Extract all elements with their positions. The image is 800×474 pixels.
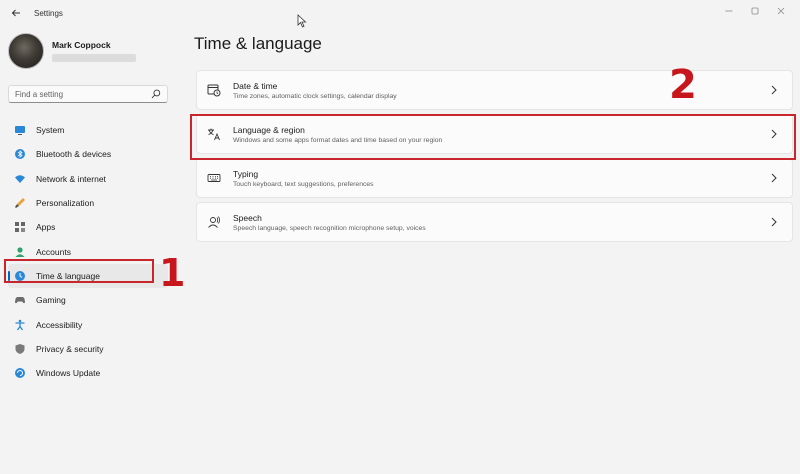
card-title: Speech [233,212,262,223]
speech-icon [208,216,220,228]
chevron-right-icon [771,217,777,227]
bluetooth-icon [15,149,25,160]
page-title: Time & language [194,34,322,53]
back-arrow-icon [11,9,20,17]
sidebar-item-label: System [36,125,65,136]
card-title: Date & time [233,80,278,91]
keyboard-icon [207,174,221,182]
sidebar-item-gaming[interactable]: Gaming [8,288,168,312]
sidebar-item-accessibility[interactable]: Accessibility [8,312,168,336]
mouse-cursor-icon [297,14,307,28]
card-speech[interactable]: Speech Speech language, speech recogniti… [196,202,793,242]
user-name: Mark Coppock [52,40,111,50]
chevron-right-icon [771,85,777,95]
update-icon [15,368,25,379]
accessibility-icon [15,319,25,330]
sidebar-item-label: Apps [36,222,56,233]
card-typing[interactable]: Typing Touch keyboard, text suggestions,… [196,158,793,198]
sidebar-item-windows-update[interactable]: Windows Update [8,361,168,385]
controller-icon [15,297,25,304]
card-description: Time zones, automatic clock settings, ca… [233,92,397,100]
maximize-button[interactable] [742,2,768,20]
user-email-redacted [52,54,136,62]
search-icon[interactable] [151,89,161,99]
sidebar-item-bluetooth[interactable]: Bluetooth & devices [8,142,168,166]
calendar-clock-icon [207,84,221,97]
step-2-annotation: 2 [669,62,697,108]
monitor-icon [15,126,25,136]
card-date-time[interactable]: Date & time Time zones, automatic clock … [196,70,793,110]
card-description: Touch keyboard, text suggestions, prefer… [233,180,374,188]
search-input[interactable] [15,89,152,99]
sidebar-item-label: Personalization [36,198,95,209]
user-profile[interactable]: Mark Coppock [8,33,136,69]
sidebar-item-apps[interactable]: Apps [8,215,168,239]
sidebar-item-privacy[interactable]: Privacy & security [8,337,168,361]
chevron-right-icon [771,173,777,183]
close-button[interactable] [768,2,794,20]
step-1-annotation: 1 [159,251,186,295]
sidebar-nav: System Bluetooth & devices Network & int… [8,118,168,385]
card-title: Typing [233,168,259,179]
sidebar-item-label: Windows Update [36,368,101,379]
sidebar-item-label: Privacy & security [36,343,104,354]
maximize-icon [751,7,759,15]
title-bar: Settings [0,0,800,26]
shield-icon [15,343,25,354]
sidebar-item-system[interactable]: System [8,118,168,142]
brush-icon [15,198,25,209]
wifi-icon [15,174,25,183]
close-icon [777,7,785,15]
back-button[interactable] [4,2,28,24]
minimize-button[interactable] [716,2,742,20]
sidebar-item-personalization[interactable]: Personalization [8,191,168,215]
app-title: Settings [34,8,63,18]
search-box[interactable] [8,85,168,103]
sidebar-item-label: Network & internet [36,173,106,184]
minimize-icon [725,10,733,12]
card-description: Speech language, speech recognition micr… [233,224,426,232]
sidebar-item-network[interactable]: Network & internet [8,167,168,191]
sidebar-item-label: Accessibility [36,319,83,330]
window-controls [716,2,794,20]
sidebar-item-label: Gaming [36,295,66,306]
sidebar-item-label: Bluetooth & devices [36,149,112,160]
avatar [8,33,44,69]
step-2-highlight-box [190,114,796,160]
sidebar-item-label: Accounts [36,246,71,257]
step-1-highlight-box [4,259,154,283]
apps-icon [15,222,25,233]
person-icon [15,247,25,257]
